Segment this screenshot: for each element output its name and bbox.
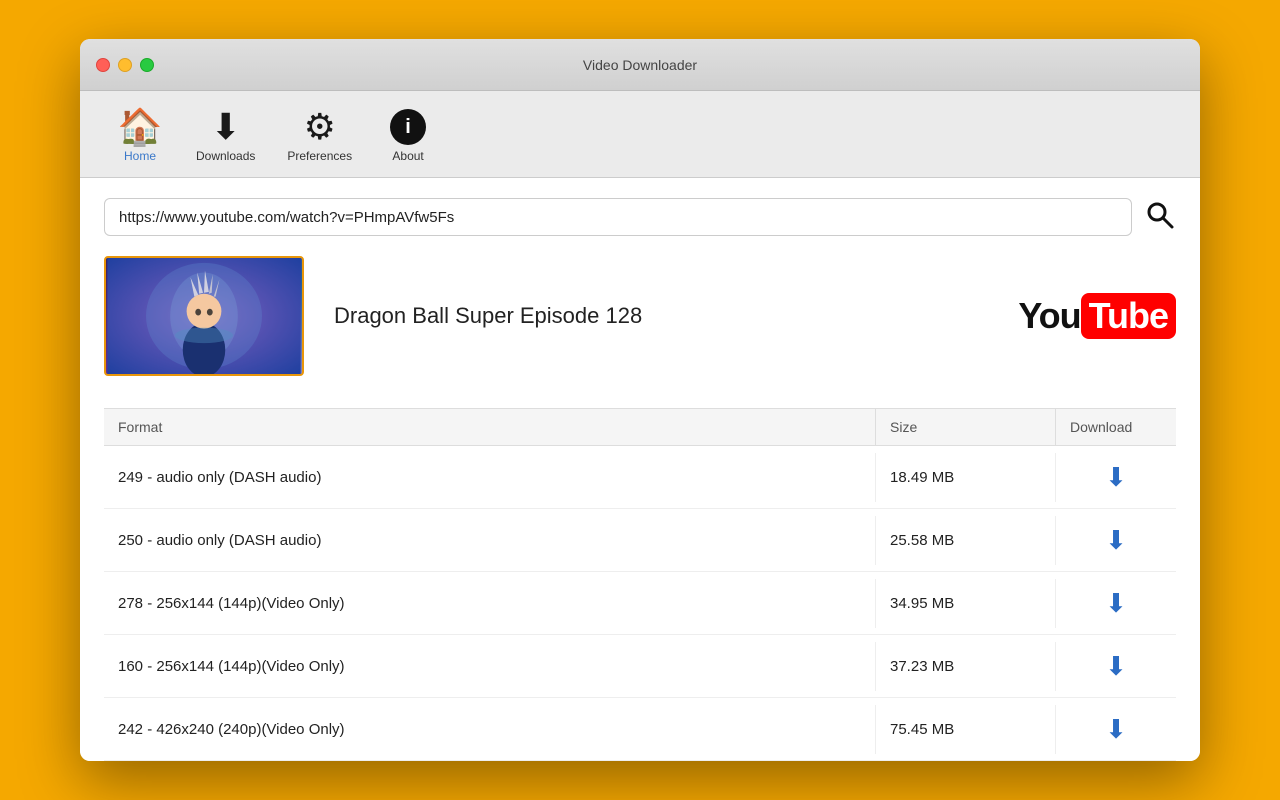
- search-row: [104, 198, 1176, 236]
- download-cell: ⬇: [1056, 572, 1176, 634]
- search-button[interactable]: [1144, 199, 1176, 236]
- download-button[interactable]: ⬇: [1105, 651, 1127, 681]
- download-icon: ⬇: [1105, 464, 1127, 490]
- search-icon: [1144, 199, 1176, 231]
- download-icon: ⬇: [1105, 716, 1127, 742]
- size-cell: 18.49 MB: [876, 453, 1056, 502]
- download-cell: ⬇: [1056, 509, 1176, 571]
- content-area: Dragon Ball Super Episode 128 You Tube F…: [80, 178, 1200, 761]
- table-row: 160 - 256x144 (144p)(Video Only) 37.23 M…: [104, 635, 1176, 698]
- format-cell: 249 - audio only (DASH audio): [104, 453, 876, 502]
- video-title: Dragon Ball Super Episode 128: [334, 303, 988, 329]
- table-row: 250 - audio only (DASH audio) 25.58 MB ⬇: [104, 509, 1176, 572]
- download-button[interactable]: ⬇: [1105, 588, 1127, 618]
- download-cell: ⬇: [1056, 446, 1176, 508]
- table-row: 249 - audio only (DASH audio) 18.49 MB ⬇: [104, 446, 1176, 509]
- download-button[interactable]: ⬇: [1105, 462, 1127, 492]
- header-format: Format: [104, 409, 876, 445]
- table-row: 242 - 426x240 (240p)(Video Only) 75.45 M…: [104, 698, 1176, 761]
- header-download: Download: [1056, 409, 1176, 445]
- size-cell: 34.95 MB: [876, 579, 1056, 628]
- info-icon: i: [390, 109, 426, 145]
- youtube-logo: You Tube: [1018, 293, 1176, 339]
- yt-you-text: You: [1018, 295, 1080, 337]
- size-cell: 75.45 MB: [876, 705, 1056, 754]
- format-cell: 278 - 256x144 (144p)(Video Only): [104, 579, 876, 628]
- toolbar-item-home[interactable]: 🏠 Home: [100, 105, 180, 167]
- format-table: Format Size Download 249 - audio only (D…: [104, 408, 1176, 761]
- download-button[interactable]: ⬇: [1105, 714, 1127, 744]
- download-icon: ⬇: [1105, 653, 1127, 679]
- app-window: Video Downloader 🏠 Home ⬇ Downloads ⚙ Pr…: [80, 39, 1200, 761]
- toolbar-item-downloads[interactable]: ⬇ Downloads: [180, 105, 271, 167]
- home-label: Home: [124, 149, 156, 163]
- close-button[interactable]: [96, 58, 110, 72]
- window-title: Video Downloader: [583, 57, 697, 73]
- table-row: 278 - 256x144 (144p)(Video Only) 34.95 M…: [104, 572, 1176, 635]
- download-icon: ⬇: [1105, 590, 1127, 616]
- video-thumbnail: [104, 256, 304, 376]
- gear-icon: ⚙: [304, 109, 336, 145]
- preferences-label: Preferences: [287, 149, 352, 163]
- maximize-button[interactable]: [140, 58, 154, 72]
- download-cell: ⬇: [1056, 698, 1176, 760]
- home-icon: 🏠: [118, 109, 163, 145]
- download-toolbar-icon: ⬇: [211, 109, 241, 145]
- download-button[interactable]: ⬇: [1105, 525, 1127, 555]
- toolbar: 🏠 Home ⬇ Downloads ⚙ Preferences i About: [80, 91, 1200, 178]
- format-cell: 250 - audio only (DASH audio): [104, 516, 876, 565]
- downloads-label: Downloads: [196, 149, 255, 163]
- format-cell: 242 - 426x240 (240p)(Video Only): [104, 705, 876, 754]
- about-label: About: [392, 149, 423, 163]
- video-preview: Dragon Ball Super Episode 128 You Tube: [104, 256, 1176, 390]
- toolbar-item-preferences[interactable]: ⚙ Preferences: [271, 105, 368, 167]
- table-header: Format Size Download: [104, 408, 1176, 446]
- download-cell: ⬇: [1056, 635, 1176, 697]
- minimize-button[interactable]: [118, 58, 132, 72]
- url-input[interactable]: [104, 198, 1132, 236]
- traffic-lights: [96, 58, 154, 72]
- yt-tube-text: Tube: [1081, 293, 1176, 339]
- size-cell: 37.23 MB: [876, 642, 1056, 691]
- toolbar-item-about[interactable]: i About: [368, 105, 448, 167]
- download-icon: ⬇: [1105, 527, 1127, 553]
- size-cell: 25.58 MB: [876, 516, 1056, 565]
- header-size: Size: [876, 409, 1056, 445]
- format-cell: 160 - 256x144 (144p)(Video Only): [104, 642, 876, 691]
- titlebar: Video Downloader: [80, 39, 1200, 91]
